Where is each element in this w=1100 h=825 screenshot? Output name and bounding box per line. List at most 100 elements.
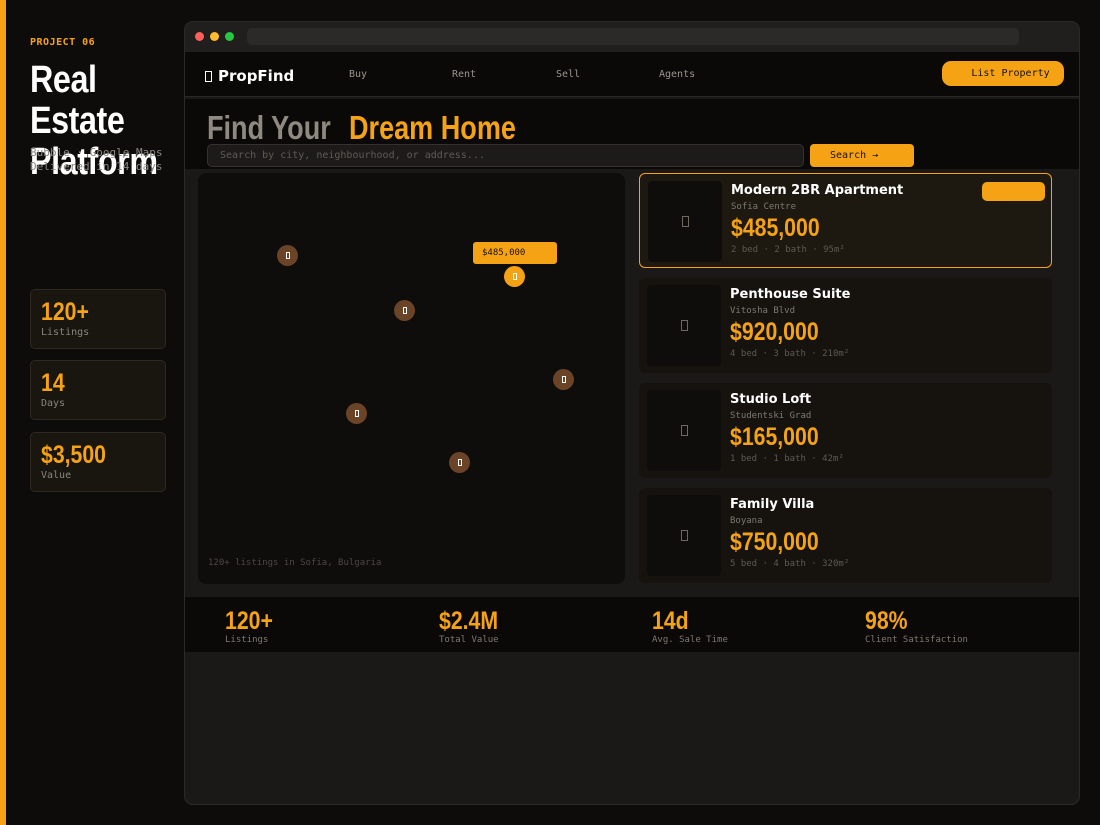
listing-beds: 2 bed (731, 245, 759, 255)
listing-meta: 1 bed · 1 bath · 42m² (730, 454, 844, 464)
project-stat-value: $3,500 Value (30, 432, 166, 492)
project-title-line1: Real Estate (30, 59, 125, 142)
listing-meta: 5 bed · 4 bath · 320m² (730, 559, 850, 569)
listing-title: Modern 2BR Apartment (731, 183, 904, 198)
listing-location: Sofia Centre (731, 202, 797, 212)
map-pin[interactable] (553, 369, 574, 390)
listing-title: Family Villa (730, 497, 815, 512)
hero-section: Find Your Dream Home Search → (185, 99, 1079, 169)
map-pin-active[interactable] (504, 266, 525, 287)
house-icon (285, 252, 290, 259)
stat-value: $2.4M (439, 607, 499, 635)
listing-beds: 4 bed (730, 349, 758, 359)
project-number: PROJECT 06 (30, 37, 96, 48)
house-icon (205, 71, 212, 82)
hero-heading-part1: Find Your (207, 109, 331, 146)
listing-card[interactable]: Penthouse Suite Vitosha Blvd $920,000 4 … (639, 278, 1052, 373)
listing-card[interactable]: Family Villa Boyana $750,000 5 bed · 4 b… (639, 488, 1052, 583)
listing-price: $485,000 (731, 214, 820, 242)
listing-baths: 4 bath (773, 559, 806, 569)
stat-value: 98% (865, 607, 908, 635)
listing-card[interactable]: Modern 2BR Apartment Sofia Centre $485,0… (639, 173, 1052, 268)
app-logo[interactable]: PropFind (205, 67, 294, 85)
listing-area: 42m² (822, 454, 844, 464)
listing-thumbnail (647, 390, 721, 471)
stat-avg-sale-time: 14d Avg. Sale Time (652, 607, 728, 645)
window-close-dot[interactable] (195, 32, 204, 41)
map-price-tag[interactable]: $485,000 (473, 242, 557, 264)
window-minimize-dot[interactable] (210, 32, 219, 41)
listing-location: Boyana (730, 516, 763, 526)
nav-link-rent[interactable]: Rent (452, 69, 476, 80)
map-pin[interactable] (449, 452, 470, 473)
listing-baths: 3 bath (773, 349, 806, 359)
address-bar[interactable] (247, 28, 1019, 45)
project-stat-listings: 120+ Listings (30, 289, 166, 349)
house-icon (680, 530, 688, 541)
house-icon (680, 320, 688, 331)
house-icon (402, 307, 407, 314)
stat-value: 120+ (41, 298, 89, 326)
listing-location: Vitosha Blvd (730, 306, 796, 316)
search-input[interactable] (207, 144, 804, 167)
map-pin[interactable] (346, 403, 367, 424)
listing-price: $165,000 (730, 423, 819, 451)
listing-meta: 2 bed · 2 bath · 95m² (731, 245, 845, 255)
listing-card[interactable]: Studio Loft Studentski Grad $165,000 1 b… (639, 383, 1052, 478)
nav-link-sell[interactable]: Sell (556, 69, 580, 80)
project-stat-days: 14 Days (30, 360, 166, 420)
accent-bar (0, 0, 6, 825)
stat-label: Value (41, 470, 72, 481)
listing-area: 95m² (823, 245, 845, 255)
stat-label: Client Satisfaction (865, 635, 968, 645)
list-property-button[interactable]: List Property (942, 61, 1064, 86)
house-icon (457, 459, 462, 466)
stat-label: Avg. Sale Time (652, 635, 728, 645)
listing-meta: 4 bed · 3 bath · 210m² (730, 349, 850, 359)
app-logo-text: PropFind (218, 67, 295, 85)
browser-chrome (185, 22, 1079, 52)
listing-beds: 1 bed (730, 454, 758, 464)
listing-baths: 1 bath (773, 454, 806, 464)
stat-value: $3,500 (41, 441, 106, 469)
map-pin[interactable] (277, 245, 298, 266)
stat-label: Days (41, 398, 66, 409)
stats-bar: 120+ Listings $2.4M Total Value 14d Avg.… (185, 597, 1079, 652)
listing-thumbnail (647, 285, 721, 366)
stat-total-value: $2.4M Total Value (439, 607, 508, 645)
window-maximize-dot[interactable] (225, 32, 234, 41)
listing-price: $750,000 (730, 528, 819, 556)
project-subtitle-line2: Delivered in 14 days (30, 160, 163, 173)
house-icon (512, 273, 517, 280)
project-subtitle: Bubble · Google Maps Delivered in 14 day… (30, 146, 162, 174)
nav-link-agents[interactable]: Agents (659, 69, 695, 80)
stat-label: Listings (225, 635, 269, 645)
house-icon (681, 216, 689, 227)
listing-thumbnail (647, 495, 721, 576)
listing-beds: 5 bed (730, 559, 758, 569)
listing-area: 210m² (822, 349, 850, 359)
listing-title: Penthouse Suite (730, 287, 851, 302)
stat-value: 120+ (225, 607, 273, 635)
featured-badge (982, 182, 1045, 201)
listing-area: 320m² (822, 559, 850, 569)
project-subtitle-line1: Bubble · Google Maps (30, 146, 163, 159)
search-button[interactable]: Search → (810, 144, 914, 167)
stat-value: 14d (652, 607, 689, 635)
listing-price: $920,000 (730, 318, 819, 346)
map-view[interactable]: $485,000 120+ listings in Sofia, Bulgari… (198, 173, 625, 584)
app-navbar: PropFind Buy Rent Sell Agents List Prope… (185, 52, 1079, 97)
stat-listings: 120+ Listings (225, 607, 281, 645)
map-pin[interactable] (394, 300, 415, 321)
stat-label: Listings (41, 327, 90, 338)
nav-link-buy[interactable]: Buy (349, 69, 367, 80)
stat-value: 14 (41, 369, 65, 397)
stat-label: Total Value (439, 635, 499, 645)
listing-thumbnail (648, 181, 722, 262)
listing-baths: 2 bath (774, 245, 807, 255)
stat-client-satisfaction: 98% Client Satisfaction (865, 607, 968, 645)
hero-heading-part2: Dream Home (349, 109, 516, 146)
listing-title: Studio Loft (730, 392, 812, 407)
map-caption: 120+ listings in Sofia, Bulgaria (208, 558, 382, 568)
house-icon (561, 376, 566, 383)
